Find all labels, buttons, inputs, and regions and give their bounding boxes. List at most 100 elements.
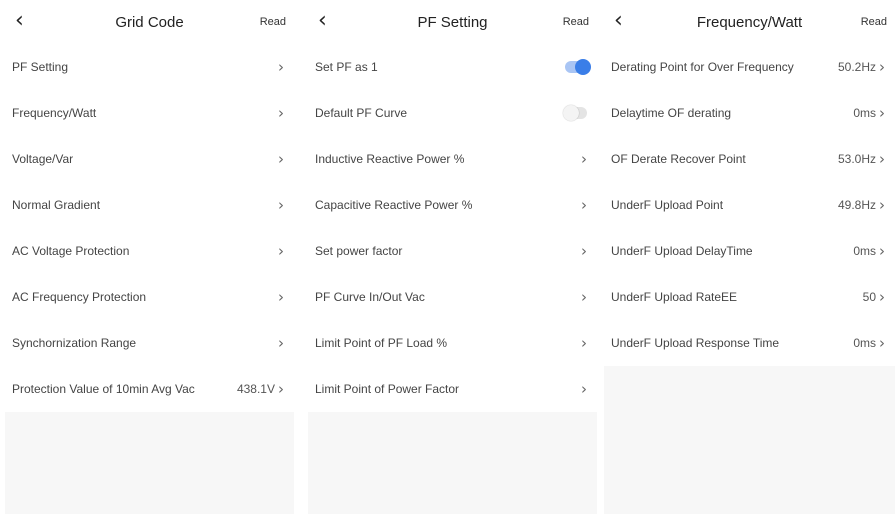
menu-item-right: › <box>581 334 587 352</box>
menu-item-right: › <box>581 290 587 305</box>
menu-item-pf-setting[interactable]: PF Setting › <box>5 44 294 90</box>
menu-item-label: Normal Gradient <box>12 198 101 212</box>
chevron-right-icon: › <box>581 242 587 260</box>
setting-value: 50.2Hz <box>837 60 876 74</box>
menu-item-label: Limit Point of Power Factor <box>315 382 460 396</box>
setting-row-underf-upload-rateee[interactable]: UnderF Upload RateEE 50 › <box>604 274 895 320</box>
chevron-right-icon: › <box>278 104 284 122</box>
menu-item-set-power-factor[interactable]: Set power factor › <box>308 228 597 274</box>
menu-item-frequency-watt[interactable]: Frequency/Watt › <box>5 90 294 136</box>
read-button[interactable]: Read <box>563 16 589 28</box>
setting-label: Delaytime OF derating <box>611 106 732 120</box>
setting-value: 53.0Hz <box>837 152 876 166</box>
menu-item-right: › <box>581 380 587 398</box>
menu-item-right: 438.1V › <box>236 380 284 398</box>
setting-label: UnderF Upload Point <box>611 198 724 212</box>
menu-item-inductive-reactive-power[interactable]: Inductive Reactive Power % › <box>308 136 597 182</box>
setting-row-underf-upload-response-time[interactable]: UnderF Upload Response Time 0ms › <box>604 320 895 366</box>
menu-item-voltage-var[interactable]: Voltage/Var › <box>5 136 294 182</box>
menu-item-right: › <box>581 196 587 214</box>
header: ‹ PF Setting Read <box>308 0 597 44</box>
setting-right: 0ms › <box>853 106 885 121</box>
menu-item-ac-voltage-protection[interactable]: AC Voltage Protection › <box>5 228 294 274</box>
toggle-label: Set PF as 1 <box>315 60 378 74</box>
chevron-right-icon: › <box>879 150 885 168</box>
toggle-right <box>565 59 591 75</box>
setting-right: 0ms › <box>853 334 885 352</box>
chevron-right-icon: › <box>278 380 284 398</box>
setting-right: 49.8Hz › <box>837 196 885 214</box>
setting-row-delaytime-of-derating[interactable]: Delaytime OF derating 0ms › <box>604 90 895 136</box>
setting-right: 50.2Hz › <box>837 58 885 76</box>
setting-row-derating-point-over-frequency[interactable]: Derating Point for Over Frequency 50.2Hz… <box>604 44 895 90</box>
settings-list: Set PF as 1 Default PF Curve Inductive R… <box>308 44 597 412</box>
menu-item-right: › <box>278 150 284 168</box>
menu-item-right: › <box>278 242 284 260</box>
pf-setting-panel: ‹ PF Setting Read Set PF as 1 Default PF… <box>308 0 597 514</box>
setting-label: UnderF Upload RateEE <box>611 290 738 304</box>
toggle-right <box>563 105 587 121</box>
menu-item-normal-gradient[interactable]: Normal Gradient › <box>5 182 294 228</box>
setting-value: 50 <box>862 290 876 304</box>
setting-label: Derating Point for Over Frequency <box>611 60 794 74</box>
menu-item-label: PF Setting <box>12 60 69 74</box>
toggle-knob <box>575 59 591 75</box>
menu-item-limit-point-pf-load[interactable]: Limit Point of PF Load % › <box>308 320 597 366</box>
setting-row-underf-upload-point[interactable]: UnderF Upload Point 49.8Hz › <box>604 182 895 228</box>
chevron-right-icon: › <box>581 196 587 214</box>
set-pf-as-1-toggle[interactable] <box>565 59 591 75</box>
menu-item-label: Inductive Reactive Power % <box>315 152 465 166</box>
menu-item-label: Capacitive Reactive Power % <box>315 198 473 212</box>
menu-item-label: Frequency/Watt <box>12 106 97 120</box>
menu-item-right: › <box>581 242 587 260</box>
menu-item-right: › <box>581 152 587 167</box>
setting-row-underf-upload-delaytime[interactable]: UnderF Upload DelayTime 0ms › <box>604 228 895 274</box>
menu-item-label: AC Voltage Protection <box>12 244 130 258</box>
menu-item-value: 438.1V <box>236 382 275 396</box>
chevron-right-icon: › <box>278 150 284 168</box>
chevron-right-icon: › <box>278 58 284 76</box>
menu-item-right: › <box>278 288 284 306</box>
chevron-right-icon: › <box>581 380 587 398</box>
setting-value: 0ms <box>853 336 876 350</box>
grid-code-panel: ‹ Grid Code Read PF Setting › Frequency/… <box>5 0 294 514</box>
toggle-row-set-pf-as-1: Set PF as 1 <box>308 44 597 90</box>
setting-right: 53.0Hz › <box>837 150 885 168</box>
menu-item-synchronization-range[interactable]: Synchornization Range › <box>5 320 294 366</box>
page-title: PF Setting <box>417 14 488 31</box>
setting-row-of-derate-recover-point[interactable]: OF Derate Recover Point 53.0Hz › <box>604 136 895 182</box>
read-button[interactable]: Read <box>861 16 887 28</box>
chevron-right-icon: › <box>879 58 885 76</box>
toggle-knob <box>563 105 579 121</box>
toggle-label: Default PF Curve <box>315 106 408 120</box>
chevron-right-icon: › <box>879 288 885 306</box>
default-pf-curve-toggle[interactable] <box>563 105 587 121</box>
toggle-row-default-pf-curve: Default PF Curve <box>308 90 597 136</box>
chevron-right-icon: › <box>879 196 885 214</box>
settings-list: PF Setting › Frequency/Watt › Voltage/Va… <box>5 44 294 412</box>
setting-right: 0ms › <box>853 242 885 260</box>
chevron-right-icon: › <box>278 196 284 214</box>
setting-label: OF Derate Recover Point <box>611 152 746 166</box>
menu-item-label: Synchornization Range <box>12 336 137 350</box>
menu-item-limit-point-power-factor[interactable]: Limit Point of Power Factor › <box>308 366 597 412</box>
chevron-right-icon: › <box>879 242 885 260</box>
menu-item-capacitive-reactive-power[interactable]: Capacitive Reactive Power % › <box>308 182 597 228</box>
setting-value: 49.8Hz <box>837 198 876 212</box>
chevron-right-icon: › <box>278 242 284 260</box>
menu-item-right: › <box>278 196 284 214</box>
page-title: Frequency/Watt <box>696 14 803 31</box>
menu-item-protection-value-10min[interactable]: Protection Value of 10min Avg Vac 438.1V… <box>5 366 294 412</box>
menu-item-ac-frequency-protection[interactable]: AC Frequency Protection › <box>5 274 294 320</box>
setting-value: 0ms <box>853 244 876 258</box>
chevron-right-icon: › <box>879 334 885 352</box>
menu-item-pf-curve-in-out-vac[interactable]: PF Curve In/Out Vac › <box>308 274 597 320</box>
menu-item-right: › <box>278 104 284 122</box>
read-button[interactable]: Read <box>260 16 286 28</box>
menu-item-right: › <box>278 336 284 351</box>
settings-list: Derating Point for Over Frequency 50.2Hz… <box>604 44 895 366</box>
chevron-right-icon: › <box>581 334 587 352</box>
menu-item-label: Protection Value of 10min Avg Vac <box>12 382 195 396</box>
chevron-right-icon: › <box>278 288 284 306</box>
menu-item-label: Voltage/Var <box>12 152 74 166</box>
